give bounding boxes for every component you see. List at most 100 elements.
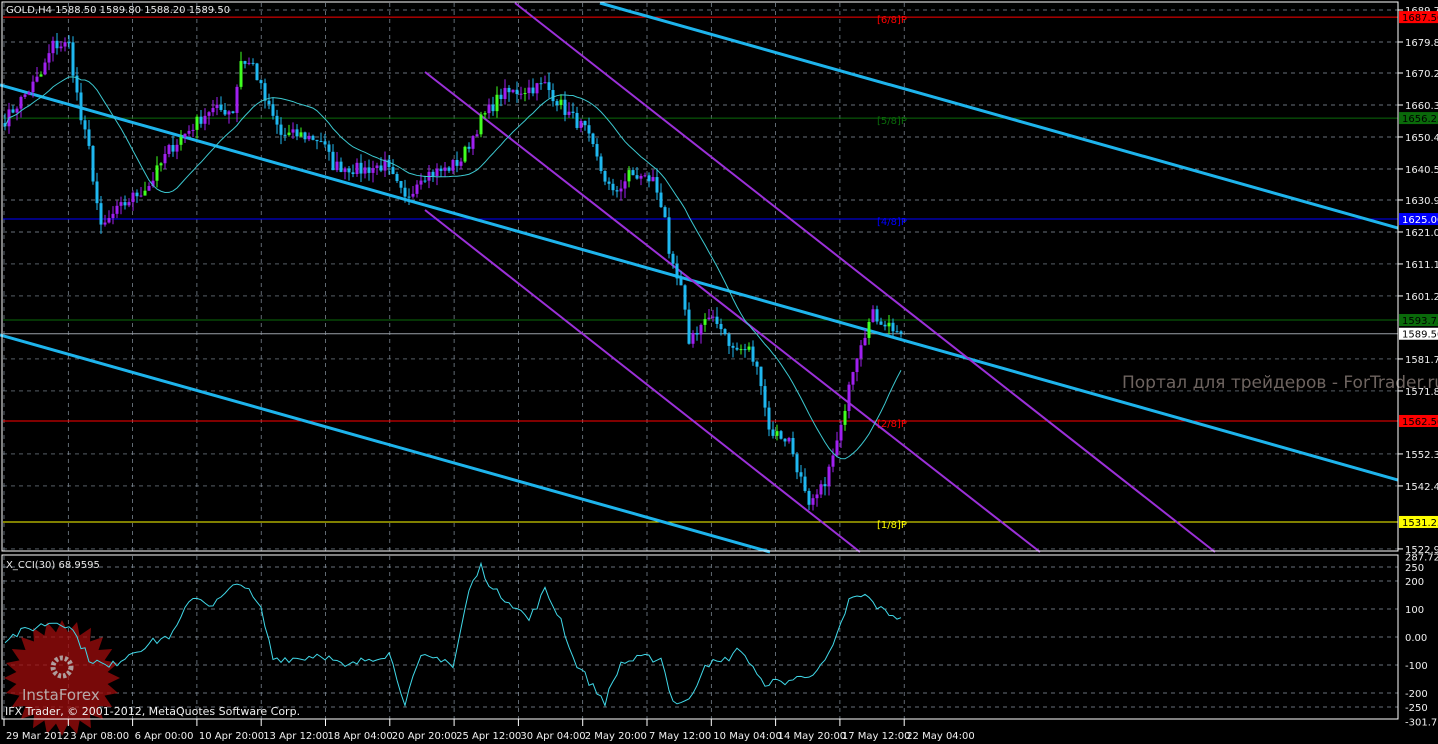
candle-body xyxy=(331,151,335,171)
candle-body xyxy=(831,455,835,467)
candle-body xyxy=(267,100,271,105)
candle-body xyxy=(695,333,699,335)
candle-body xyxy=(815,494,819,499)
candle-body xyxy=(463,146,467,162)
candle-body xyxy=(563,99,567,115)
x-tick-label: 3 Apr 08:00 xyxy=(70,731,129,742)
channel-line[interactable] xyxy=(424,209,861,553)
candle-body xyxy=(519,93,523,95)
candle-body xyxy=(807,490,811,505)
candle-body xyxy=(895,331,899,333)
candle-body xyxy=(607,181,611,184)
candle-body xyxy=(503,87,507,100)
candle-body xyxy=(787,437,791,442)
x-tick-label: 22 May 04:00 xyxy=(906,731,975,742)
candle-body xyxy=(407,196,411,198)
candle-body xyxy=(651,177,655,182)
candle-body xyxy=(91,145,95,182)
candle-body xyxy=(487,104,491,114)
candle-body xyxy=(279,124,283,135)
candle-body xyxy=(751,346,755,362)
candle-body xyxy=(759,366,763,387)
candle-body xyxy=(715,316,719,324)
candle-body xyxy=(447,167,451,171)
candle-body xyxy=(603,170,607,182)
candle-body xyxy=(631,170,635,176)
candle-body xyxy=(523,93,527,95)
candle-body xyxy=(59,46,63,49)
candle-body xyxy=(891,322,895,332)
candle-body xyxy=(775,431,779,436)
candle-body xyxy=(551,90,555,102)
candle-body xyxy=(739,349,743,351)
price-tick-label: 1601.20 xyxy=(1405,292,1438,303)
candle-body xyxy=(147,186,151,191)
x-tick-label: 13 Apr 12:00 xyxy=(263,731,328,742)
x-tick-label: 29 Mar 2012 xyxy=(6,731,69,742)
candle-body xyxy=(599,156,603,171)
candle-body xyxy=(127,202,131,206)
trend-line[interactable] xyxy=(0,333,771,554)
candle-body xyxy=(731,345,735,348)
candle-body xyxy=(663,207,667,218)
trend-lines[interactable] xyxy=(0,1,1399,554)
candle-body xyxy=(163,153,167,164)
candle-body xyxy=(411,193,415,197)
candle-body xyxy=(839,424,843,441)
candle-body xyxy=(55,40,59,49)
candle-body xyxy=(275,115,279,125)
candle-body xyxy=(515,89,519,95)
candle-body xyxy=(711,316,715,318)
candle-body xyxy=(403,187,407,197)
candle-body xyxy=(439,168,443,171)
candle-body xyxy=(295,129,299,137)
candle-body xyxy=(699,324,703,335)
trading-chart[interactable]: [6/8]P[5/8]P[4/8]P[2/8]P[1/8]P Портал дл… xyxy=(0,0,1438,744)
candle-body xyxy=(567,111,571,115)
candle-body xyxy=(611,183,615,191)
x-tick-label: 20 Apr 20:00 xyxy=(392,731,457,742)
candle-body xyxy=(843,410,847,425)
candle-body xyxy=(779,431,783,439)
candle-body xyxy=(587,125,591,134)
candle-body xyxy=(415,184,419,194)
price-tag-label: 1562.50 xyxy=(1402,417,1438,428)
murrey-level-label: [4/8]P xyxy=(877,217,907,228)
candle-body xyxy=(199,116,203,124)
candle-body xyxy=(367,167,371,173)
candle-body xyxy=(203,115,207,124)
x-tick-label: 17 May 12:00 xyxy=(842,731,911,742)
copyright-text: IFX Trader, © 2001-2012, MetaQuotes Soft… xyxy=(5,705,300,718)
cci-indicator-label: X_CCI(30) 68.9595 xyxy=(6,560,100,571)
candle-body xyxy=(135,192,139,197)
candle-body xyxy=(719,323,723,330)
candle-body xyxy=(683,285,687,310)
candle-body xyxy=(467,146,471,149)
candle-body xyxy=(31,81,35,93)
candle-body xyxy=(883,324,887,327)
watermark-text: Портал для трейдеров - ForTrader.ru xyxy=(1122,373,1438,393)
candle-body xyxy=(499,94,503,100)
candle-body xyxy=(339,161,343,172)
channel-line[interactable] xyxy=(514,2,1216,553)
candle-body xyxy=(435,168,439,176)
candle-body xyxy=(391,167,395,174)
candle-body xyxy=(71,42,75,76)
candle-body xyxy=(119,202,123,206)
x-tick-label: 10 May 04:00 xyxy=(713,731,782,742)
candle-body xyxy=(107,218,111,223)
candle-body xyxy=(307,135,311,140)
candle-body xyxy=(791,437,795,455)
cci-tick-label: 0.00 xyxy=(1405,633,1427,644)
current-price-tag-label: 1589.50 xyxy=(1402,330,1438,341)
moving-average-line xyxy=(4,76,902,460)
candle-body xyxy=(443,167,447,171)
trend-line[interactable] xyxy=(599,1,1399,230)
candle-body xyxy=(211,108,215,113)
candle-body xyxy=(583,120,587,126)
candle-body xyxy=(323,141,327,145)
candle-body xyxy=(783,438,787,442)
candle-body xyxy=(531,87,535,94)
candle-body xyxy=(507,87,511,93)
candle-body xyxy=(227,111,231,115)
